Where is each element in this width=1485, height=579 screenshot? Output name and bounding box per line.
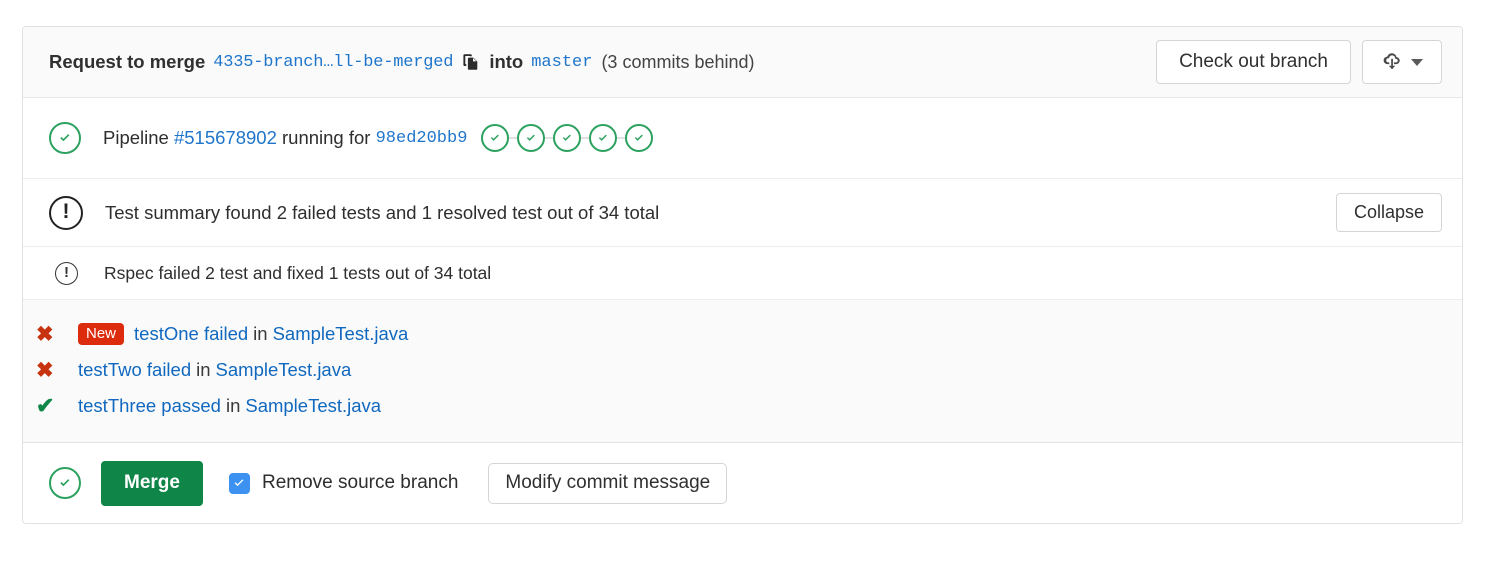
test-name-link[interactable]: testOne failed: [134, 323, 248, 345]
test-list-item[interactable]: ✖ New testOne failed in SampleTest.java: [23, 316, 1462, 352]
cloud-download-icon: [1381, 50, 1403, 75]
merge-request-title: Request to merge 4335-branch…ll-be-merge…: [49, 51, 1156, 73]
pipeline-stage-icon[interactable]: [517, 124, 545, 152]
pipeline-id-link[interactable]: #515678902: [174, 127, 277, 149]
test-name-link[interactable]: testThree passed: [78, 395, 221, 417]
test-summary-row: ! Test summary found 2 failed tests and …: [23, 179, 1462, 247]
download-dropdown-button[interactable]: [1362, 40, 1442, 84]
copy-to-clipboard-icon[interactable]: [460, 51, 482, 73]
stage-connector: [509, 137, 517, 139]
pipeline-stage-icon[interactable]: [481, 124, 509, 152]
checkbox-box[interactable]: [229, 473, 250, 494]
request-to-merge-label: Request to merge: [49, 51, 205, 73]
stage-connector: [581, 137, 589, 139]
pipeline-stage-icon[interactable]: [589, 124, 617, 152]
pipeline-stage-icon[interactable]: [553, 124, 581, 152]
test-list-item[interactable]: ✖ testTwo failed in SampleTest.java: [23, 352, 1462, 388]
test-file-link[interactable]: SampleTest.java: [245, 395, 381, 417]
check-circle-icon: [49, 467, 81, 499]
collapse-button[interactable]: Collapse: [1336, 193, 1442, 232]
modify-commit-message-button[interactable]: Modify commit message: [488, 463, 727, 504]
test-name-link[interactable]: testTwo failed: [78, 359, 191, 381]
chevron-down-icon: [1411, 59, 1423, 66]
x-mark-icon: ✖: [36, 324, 54, 345]
pipeline-running-label: running for: [282, 127, 370, 149]
pipeline-label: Pipeline #515678902 running for 98ed20bb…: [103, 124, 653, 152]
source-branch-link[interactable]: 4335-branch…ll-be-merged: [213, 53, 453, 72]
merge-footer-row: Merge Remove source branch Modify commit…: [23, 443, 1462, 523]
pipeline-row: Pipeline #515678902 running for 98ed20bb…: [23, 98, 1462, 179]
test-list-item[interactable]: ✔ testThree passed in SampleTest.java: [23, 388, 1462, 424]
new-badge: New: [78, 323, 124, 345]
stage-connector: [545, 137, 553, 139]
header-actions: Check out branch: [1156, 40, 1442, 84]
exclamation-circle-icon: !: [49, 196, 83, 230]
check-circle-icon: [49, 122, 81, 154]
remove-source-branch-label: Remove source branch: [262, 472, 458, 494]
rspec-label: Rspec failed 2 test and fixed 1 tests ou…: [104, 263, 491, 284]
merge-request-header: Request to merge 4335-branch…ll-be-merge…: [23, 27, 1462, 98]
remove-source-branch-checkbox[interactable]: Remove source branch: [229, 472, 458, 494]
pipeline-stages: [481, 124, 653, 152]
pipeline-stage-icon[interactable]: [625, 124, 653, 152]
into-label: into: [489, 51, 523, 73]
check-mark-icon: ✔: [36, 395, 54, 417]
test-connector-label: in: [253, 323, 267, 345]
pipeline-prefix: Pipeline: [103, 127, 169, 149]
merge-request-widget: Request to merge 4335-branch…ll-be-merge…: [22, 26, 1463, 524]
commit-sha-link[interactable]: 98ed20bb9: [376, 129, 468, 148]
test-connector-label: in: [196, 359, 210, 381]
x-mark-icon: ✖: [36, 360, 54, 381]
rspec-row: ! Rspec failed 2 test and fixed 1 tests …: [23, 247, 1462, 299]
test-list: ✖ New testOne failed in SampleTest.java …: [23, 299, 1462, 443]
check-out-branch-button[interactable]: Check out branch: [1156, 40, 1351, 84]
test-connector-label: in: [226, 395, 240, 417]
test-file-link[interactable]: SampleTest.java: [273, 323, 409, 345]
commits-behind-label: (3 commits behind): [601, 52, 754, 73]
target-branch-link[interactable]: master: [531, 53, 592, 72]
exclamation-circle-icon: !: [55, 262, 78, 285]
stage-connector: [617, 137, 625, 139]
test-summary-label: Test summary found 2 failed tests and 1 …: [105, 202, 659, 224]
merge-button[interactable]: Merge: [101, 461, 203, 506]
test-file-link[interactable]: SampleTest.java: [216, 359, 352, 381]
